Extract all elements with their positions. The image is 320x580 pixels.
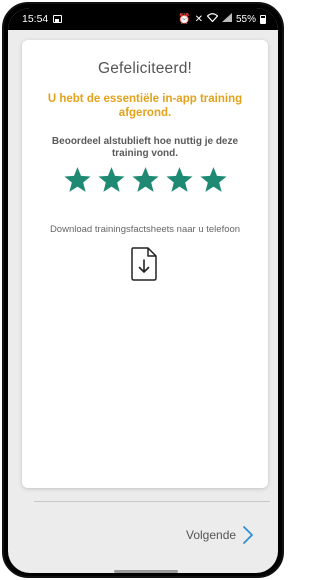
battery-icon <box>260 14 266 24</box>
star-rating[interactable] <box>22 166 268 194</box>
alarm-icon: ⏰ <box>178 13 191 25</box>
mute-icon: ✕ <box>194 13 203 25</box>
document-download-icon[interactable] <box>130 246 158 282</box>
screen: 15:54 ⏰ ✕ 55% Gefeliciteerd! U hebt de e… <box>8 8 278 573</box>
gallery-notification-icon <box>53 15 63 23</box>
phone-frame: 15:54 ⏰ ✕ 55% Gefeliciteerd! U hebt de e… <box>2 2 284 578</box>
footer-divider <box>34 501 270 502</box>
page-title: Gefeliciteerd! <box>97 60 193 77</box>
status-time: 15:54 <box>22 13 49 25</box>
star-1-icon[interactable] <box>63 166 92 194</box>
next-button[interactable]: Volgende <box>186 526 254 544</box>
wifi-icon <box>206 13 219 25</box>
completion-card: Gefeliciteerd! U hebt de essentiële in-a… <box>22 40 268 488</box>
star-3-icon[interactable] <box>131 166 160 194</box>
battery-percent: 55% <box>235 13 256 25</box>
next-label: Volgende <box>186 528 237 542</box>
rating-prompt: Beoordeel alstublieft hoe nuttig je deze… <box>51 136 239 159</box>
download-factsheets-label: Download trainingsfactsheets naar u tele… <box>49 224 241 235</box>
star-2-icon[interactable] <box>97 166 126 194</box>
home-indicator <box>114 570 178 573</box>
star-4-icon[interactable] <box>165 166 194 194</box>
star-5-icon[interactable] <box>199 166 228 194</box>
chevron-right-icon <box>242 526 254 544</box>
status-bar: 15:54 ⏰ ✕ 55% <box>8 8 278 30</box>
completion-subtitle: U hebt de essentiële in-app training afg… <box>47 93 243 119</box>
signal-icon <box>221 13 232 25</box>
